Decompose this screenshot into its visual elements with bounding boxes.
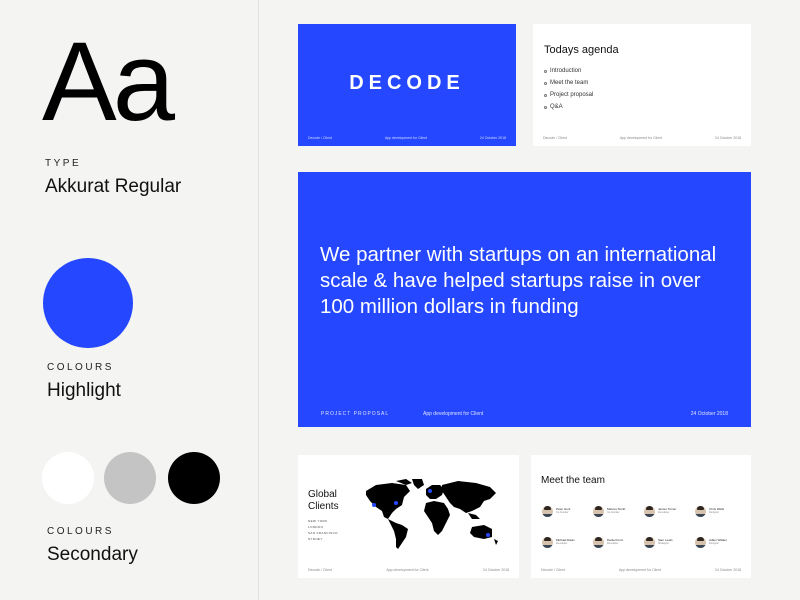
secondary-swatch-black (168, 452, 220, 504)
member-role: Designer (709, 511, 720, 515)
footer-center: App development for Client (384, 136, 428, 140)
global-title: Global Clients (308, 489, 339, 513)
highlight-caption: COLOURS (47, 362, 114, 373)
avatar (593, 505, 604, 517)
team-member: Daniel Ford Developer (593, 535, 643, 549)
slide-footer: Decode / Client App development for Clie… (541, 568, 741, 572)
team-member: Marcus Smith Co-founder (593, 504, 643, 518)
agenda-item: Q&A (544, 101, 593, 113)
footer-right: 24 October 2018 (479, 136, 506, 140)
footer-left: Decode / Client (308, 136, 332, 140)
bullet-icon (544, 105, 547, 109)
style-guide-panel: Aa TYPE Akkurat Regular COLOURS Highligh… (0, 0, 258, 600)
avatar (542, 505, 553, 517)
agenda-item: Project proposal (544, 89, 593, 101)
agenda-item-label: Project proposal (550, 92, 594, 98)
marker-london (428, 489, 432, 493)
slide-statement[interactable]: We partner with startups on an internati… (298, 172, 751, 427)
footer-left: Decode / Client (543, 136, 567, 140)
avatar (695, 536, 706, 548)
footer-center: App development for Client (618, 568, 662, 572)
footer-right: 24 October 2018 (482, 568, 509, 572)
bullet-icon (544, 93, 547, 97)
agenda-title: Todays agenda (544, 44, 619, 56)
member-role: Developer (607, 542, 619, 546)
slide-footer: Decode / Client App development for Clie… (308, 136, 506, 140)
type-specimen: Aa (42, 19, 175, 144)
avatar (644, 536, 655, 548)
member-role: Co-founder (607, 511, 620, 515)
member-role: Strategist (658, 542, 669, 546)
statement-text: We partner with startups on an internati… (320, 243, 717, 318)
marker-new-york (394, 501, 398, 505)
city-list: NEW YORK LONDON SAN FRANCISCO SYDNEY (308, 518, 338, 542)
team-member: Chris Wells Designer (695, 504, 745, 518)
team-member: Peter Hunt Co-founder (542, 504, 592, 518)
footer-center: App development for Client (386, 568, 429, 572)
panel-divider (258, 0, 259, 600)
footer-left: PROJECT PROPOSAL (321, 411, 390, 417)
slide-global-clients[interactable]: Global Clients NEW YORK LONDON SAN FRANC… (298, 455, 519, 578)
team-member: Sam Lewis Strategist (644, 535, 694, 549)
member-role: Designer (709, 542, 720, 546)
global-title-line: Clients (308, 501, 339, 512)
highlight-swatch (43, 258, 133, 348)
footer-right: 24 October 2018 (690, 411, 728, 417)
city-item: SYDNEY (308, 537, 323, 541)
decode-logo: DECODE (349, 72, 465, 94)
secondary-swatch-white (42, 452, 94, 504)
footer-center: App development for Client (619, 136, 663, 140)
agenda-item-label: Q&A (550, 104, 563, 110)
avatar (695, 505, 706, 517)
slide-agenda[interactable]: Todays agenda Introduction Meet the team… (533, 24, 751, 146)
member-role: Developer (658, 511, 670, 515)
footer-left: Decode / Client (308, 568, 332, 572)
secondary-swatch-gray (104, 452, 156, 504)
avatar (542, 536, 553, 548)
agenda-item: Introduction (544, 65, 593, 77)
team-member: James Turner Developer (644, 504, 694, 518)
global-title-line: Global (308, 489, 337, 500)
secondary-name: Secondary (47, 544, 138, 565)
footer-center: App development for Client (423, 411, 484, 417)
agenda-item: Meet the team (544, 77, 593, 89)
type-name: Akkurat Regular (45, 176, 182, 197)
slide-footer: Decode / Client App development for Clie… (308, 568, 509, 572)
agenda-item-label: Meet the team (550, 80, 589, 86)
type-caption: TYPE (45, 158, 82, 169)
footer-right: 24 October 2018 (714, 568, 741, 572)
slide-team[interactable]: Meet the team Peter Hunt Co-founder Marcu… (531, 455, 751, 578)
avatar (593, 536, 604, 548)
team-member: Adam Walker Designer (695, 535, 745, 549)
slide-cover[interactable]: DECODE Decode / Client App development f… (298, 24, 516, 146)
agenda-item-label: Introduction (550, 68, 582, 74)
agenda-list: Introduction Meet the team Project propo… (544, 65, 593, 113)
highlight-name: Highlight (47, 380, 121, 401)
slide-footer: Decode / Client App development for Clie… (543, 136, 741, 140)
team-title: Meet the team (541, 475, 605, 486)
footer-right: 24 October 2018 (714, 136, 741, 140)
world-map (366, 479, 498, 549)
marker-sydney (486, 533, 490, 537)
member-role: Developer (556, 542, 568, 546)
bullet-icon (544, 69, 547, 73)
footer-left: Decode / Client (541, 568, 565, 572)
avatar (644, 505, 655, 517)
team-member: Michael Davis Developer (542, 535, 592, 549)
bullet-icon (544, 81, 547, 85)
marker-san-francisco (372, 503, 376, 507)
secondary-caption: COLOURS (47, 526, 114, 537)
member-role: Co-founder (556, 511, 569, 515)
